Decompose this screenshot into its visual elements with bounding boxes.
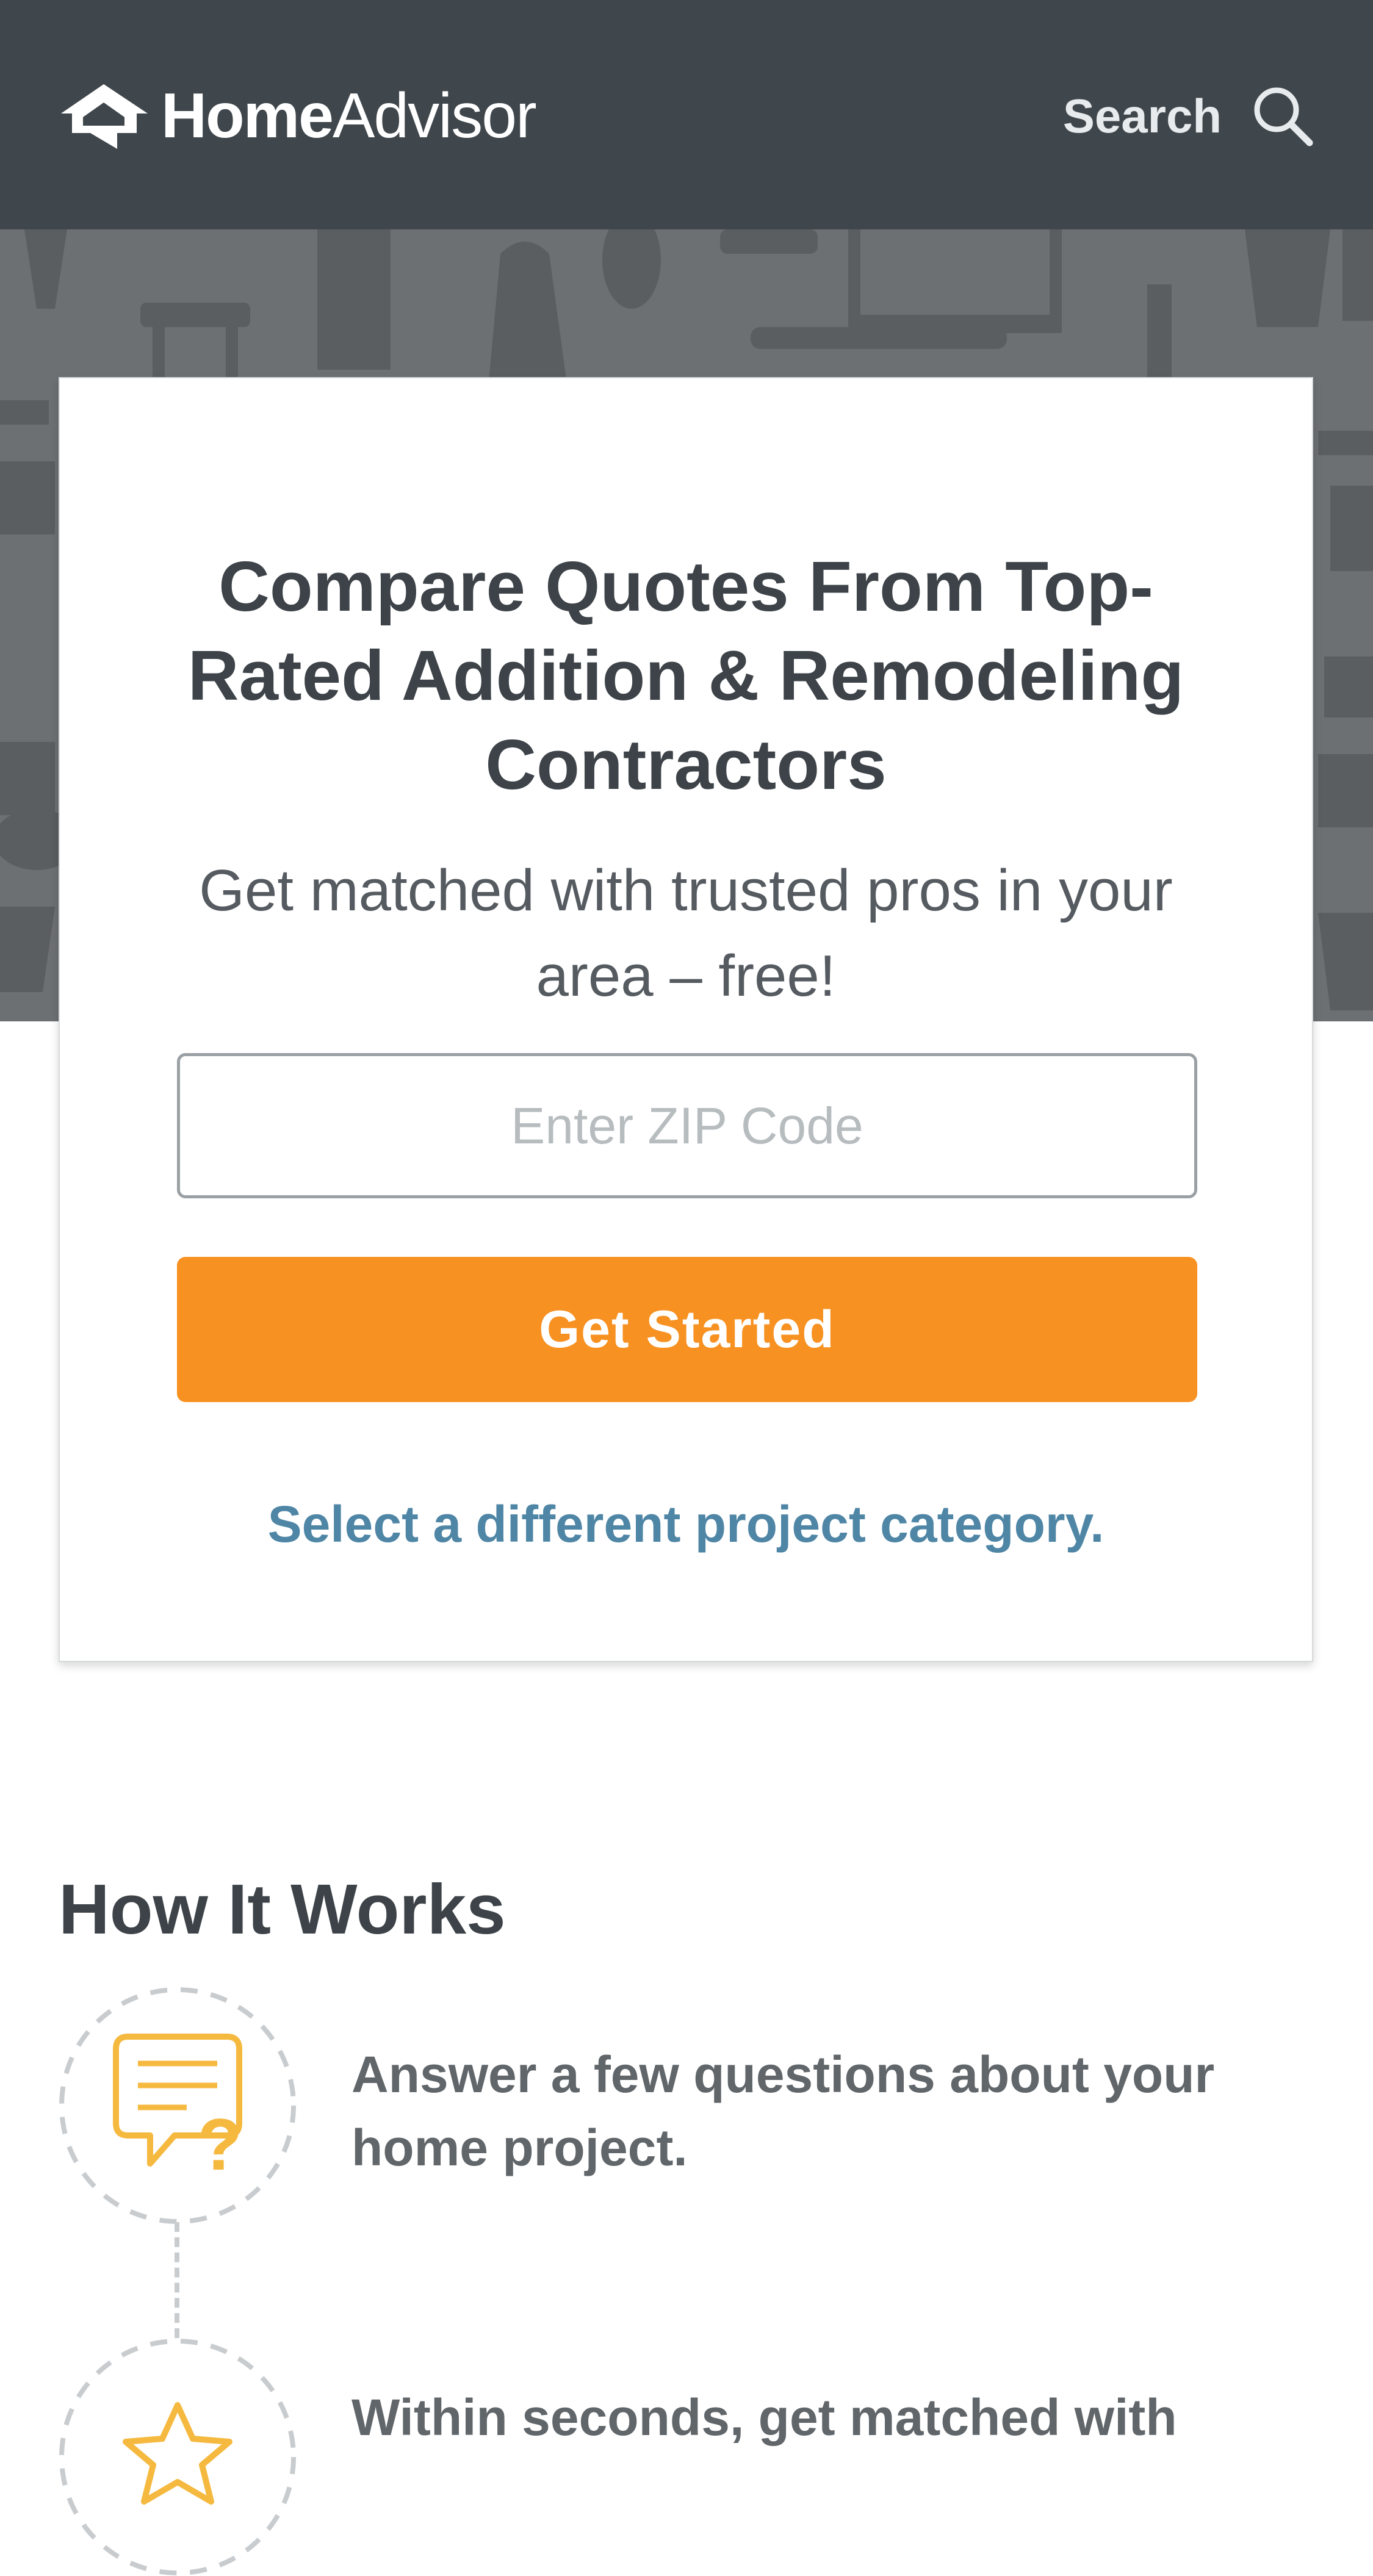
homeadvisor-logo[interactable]: HomeAdvisor [59, 79, 537, 153]
page-subtitle: Get matched with trusted pros in your ar… [199, 858, 1173, 1009]
star-icon [59, 2338, 297, 2576]
logo-wordmark-bold: Home [161, 80, 334, 151]
house-logo-icon [59, 81, 150, 151]
quote-form-card: Compare Quotes From Top-Rated Addition &… [59, 377, 1313, 1662]
site-header: HomeAdvisor Search [0, 0, 1373, 229]
page-title: Compare Quotes From Top-Rated Addition &… [187, 546, 1184, 804]
step-1-text: Answer a few questions about your home p… [351, 2046, 1215, 2176]
page: HomeAdvisor Search Compare Quotes From T… [0, 0, 1373, 2575]
how-it-works-title: How It Works [59, 1869, 506, 1949]
select-category-link[interactable]: Select a different project category. [60, 1495, 1312, 1554]
get-started-button[interactable]: Get Started [177, 1257, 1197, 1402]
search-icon [1251, 84, 1314, 148]
chat-question-icon: ? [59, 1987, 297, 2225]
logo-wordmark: HomeAdvisor [161, 80, 537, 153]
zip-code-input[interactable] [177, 1053, 1197, 1198]
step-2-text: Within seconds, get matched with [351, 2389, 1177, 2446]
search-label: Search [1062, 88, 1222, 143]
header-search-button[interactable]: Search [1063, 79, 1314, 153]
svg-text:?: ? [198, 2104, 242, 2186]
step-connector [175, 2222, 179, 2338]
logo-wordmark-light: Advisor [332, 80, 537, 151]
